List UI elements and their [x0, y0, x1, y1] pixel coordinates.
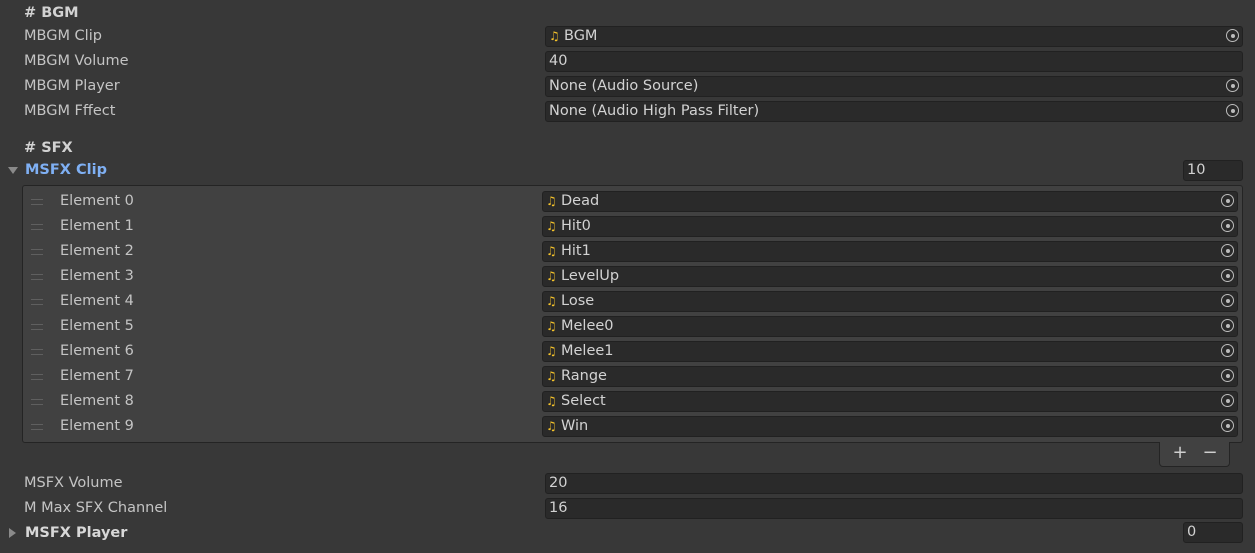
- music-note-icon: ♫: [546, 344, 557, 358]
- element-clip-field[interactable]: ♫ Range: [542, 366, 1238, 387]
- music-note-icon: ♫: [546, 244, 557, 258]
- element-label: Element 0: [60, 193, 134, 209]
- element-label: Element 5: [60, 318, 134, 334]
- list-footer: + −: [1159, 442, 1230, 467]
- drag-handle-icon[interactable]: [31, 224, 43, 230]
- msfx-volume-field[interactable]: 20: [545, 473, 1243, 494]
- object-picker-icon[interactable]: [1221, 319, 1234, 332]
- object-picker-icon[interactable]: [1221, 194, 1234, 207]
- object-picker-icon[interactable]: [1226, 79, 1239, 92]
- drag-handle-icon[interactable]: [31, 424, 43, 430]
- msfx-clip-size-field[interactable]: 10: [1183, 160, 1243, 181]
- element-clip-field[interactable]: ♫ Melee1: [542, 341, 1238, 362]
- mbgm-volume-field[interactable]: 40: [545, 51, 1243, 72]
- drag-handle-icon[interactable]: [31, 324, 43, 330]
- mbgm-effect-field[interactable]: None (Audio High Pass Filter): [545, 101, 1243, 122]
- foldout-expanded-icon[interactable]: [8, 167, 18, 174]
- music-note-icon: ♫: [546, 319, 557, 333]
- music-note-icon: ♫: [546, 219, 557, 233]
- music-note-icon: ♫: [546, 369, 557, 383]
- music-note-icon: ♫: [546, 269, 557, 283]
- object-picker-icon[interactable]: [1221, 344, 1234, 357]
- element-label: Element 3: [60, 268, 134, 284]
- element-label: Element 8: [60, 393, 134, 409]
- drag-handle-icon[interactable]: [31, 374, 43, 380]
- music-note-icon: ♫: [546, 419, 557, 433]
- element-clip-field[interactable]: ♫ Dead: [542, 191, 1238, 212]
- drag-handle-icon[interactable]: [31, 349, 43, 355]
- foldout-collapsed-icon[interactable]: [9, 528, 16, 538]
- drag-handle-icon[interactable]: [31, 399, 43, 405]
- element-clip-field[interactable]: ♫ Lose: [542, 291, 1238, 312]
- max-sfx-channel-field[interactable]: 16: [545, 498, 1243, 519]
- mbgm-effect-label: MBGM Fffect: [24, 103, 116, 119]
- remove-element-button[interactable]: −: [1195, 442, 1225, 464]
- msfx-clip-list: Element 0 ♫ Dead Element 1 ♫ Hit0 Element 2 ♫ Hi…: [22, 185, 1243, 443]
- drag-handle-icon[interactable]: [31, 249, 43, 255]
- mbgm-clip-label: MBGM Clip: [24, 28, 102, 44]
- object-picker-icon[interactable]: [1226, 29, 1239, 42]
- element-label: Element 6: [60, 343, 134, 359]
- music-note-icon: ♫: [546, 394, 557, 408]
- drag-handle-icon[interactable]: [31, 274, 43, 280]
- object-picker-icon[interactable]: [1221, 244, 1234, 257]
- element-clip-field[interactable]: ♫ Hit0: [542, 216, 1238, 237]
- element-clip-field[interactable]: ♫ LevelUp: [542, 266, 1238, 287]
- element-clip-field[interactable]: ♫ Win: [542, 416, 1238, 437]
- mbgm-clip-field[interactable]: ♫ BGM: [545, 26, 1243, 47]
- mbgm-player-label: MBGM Player: [24, 78, 120, 94]
- element-label: Element 7: [60, 368, 134, 384]
- msfx-clip-foldout[interactable]: MSFX Clip: [25, 162, 107, 178]
- music-note-icon: ♫: [549, 29, 560, 43]
- msfx-player-size-field[interactable]: 0: [1183, 522, 1243, 543]
- object-picker-icon[interactable]: [1221, 419, 1234, 432]
- element-label: Element 4: [60, 293, 134, 309]
- object-picker-icon[interactable]: [1221, 269, 1234, 282]
- object-picker-icon[interactable]: [1221, 294, 1234, 307]
- element-clip-field[interactable]: ♫ Melee0: [542, 316, 1238, 337]
- drag-handle-icon[interactable]: [31, 299, 43, 305]
- music-note-icon: ♫: [546, 194, 557, 208]
- element-clip-field[interactable]: ♫ Select: [542, 391, 1238, 412]
- element-label: Element 2: [60, 243, 134, 259]
- element-clip-field[interactable]: ♫ Hit1: [542, 241, 1238, 262]
- msfx-volume-label: MSFX Volume: [24, 475, 123, 491]
- mbgm-volume-label: MBGM Volume: [24, 53, 129, 69]
- object-picker-icon[interactable]: [1226, 104, 1239, 117]
- msfx-player-foldout[interactable]: MSFX Player: [25, 525, 127, 541]
- object-picker-icon[interactable]: [1221, 394, 1234, 407]
- max-sfx-channel-label: M Max SFX Channel: [24, 500, 168, 516]
- object-picker-icon[interactable]: [1221, 219, 1234, 232]
- drag-handle-icon[interactable]: [31, 199, 43, 205]
- bgm-section-header: # BGM: [24, 5, 79, 21]
- element-label: Element 9: [60, 418, 134, 434]
- mbgm-player-field[interactable]: None (Audio Source): [545, 76, 1243, 97]
- add-element-button[interactable]: +: [1165, 442, 1195, 464]
- music-note-icon: ♫: [546, 294, 557, 308]
- object-picker-icon[interactable]: [1221, 369, 1234, 382]
- element-label: Element 1: [60, 218, 134, 234]
- sfx-section-header: # SFX: [24, 140, 73, 156]
